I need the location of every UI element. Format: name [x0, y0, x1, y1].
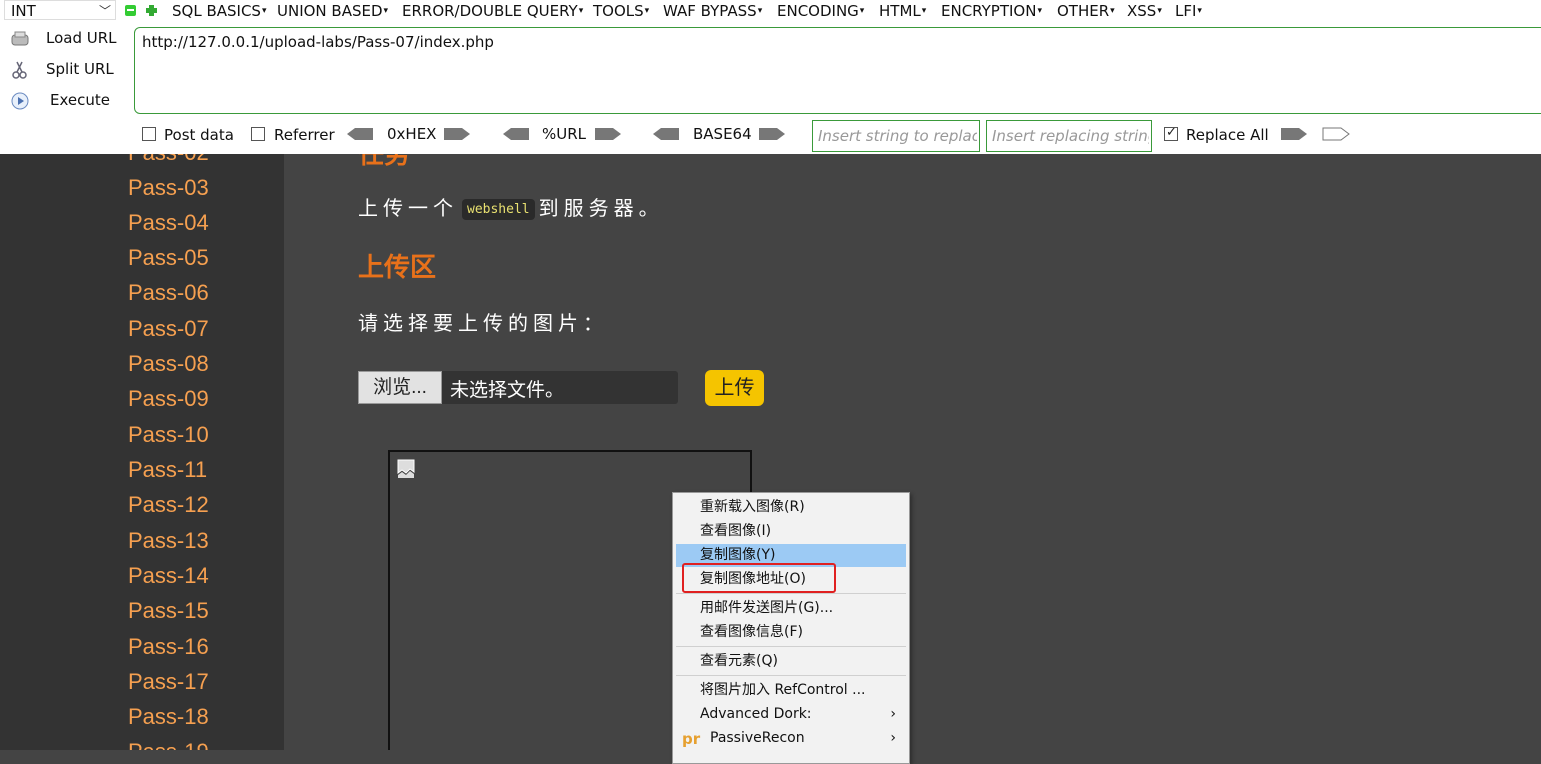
menu-separator	[676, 646, 906, 647]
menu-email-image[interactable]: 用邮件发送图片(G)...	[676, 597, 906, 620]
pass-link[interactable]: Pass-09	[128, 386, 209, 412]
base64-encode-arrow-icon[interactable]	[758, 127, 786, 141]
url-value: http://127.0.0.1/upload-labs/Pass-07/ind…	[142, 33, 494, 51]
menu-reload-image[interactable]: 重新载入图像(R)	[676, 496, 906, 519]
replace-arrow-icon[interactable]	[1280, 127, 1308, 141]
pass-link[interactable]: Pass-05	[128, 245, 209, 271]
menu-other[interactable]: OTHER▾	[1057, 2, 1115, 20]
hackbar-menu-row: INT ﹀ SQL BASICS▾ UNION BASED▾ ERROR/DOU…	[0, 0, 1541, 22]
pass-sidebar: Pass-02 Pass-03 Pass-04 Pass-05 Pass-06 …	[0, 154, 284, 750]
injection-type-value: INT	[11, 2, 36, 20]
url-decode-arrow-icon[interactable]	[502, 127, 530, 141]
menu-xss[interactable]: XSS▾	[1127, 2, 1162, 20]
pass-link[interactable]: Pass-03	[128, 175, 209, 201]
chevron-down-icon: ﹀	[98, 4, 111, 18]
upload-button[interactable]: 上传	[705, 370, 764, 406]
menu-separator	[676, 593, 906, 594]
browse-button[interactable]: 浏览...	[358, 371, 442, 404]
replace-all-label: Replace All	[1186, 126, 1269, 144]
scissors-icon	[12, 61, 27, 79]
choose-image-prompt: 请选择要上传的图片：	[358, 313, 608, 335]
menu-view-image[interactable]: 查看图像(I)	[676, 520, 906, 543]
menu-lfi[interactable]: LFI▾	[1175, 2, 1202, 20]
menu-encryption[interactable]: ENCRYPTION▾	[941, 2, 1042, 20]
referrer-checkbox[interactable]	[251, 127, 265, 141]
post-data-checkbox[interactable]	[142, 127, 156, 141]
chevron-right-icon: ›	[890, 706, 896, 722]
pass-link[interactable]: Pass-15	[128, 598, 209, 624]
menu-inspect-element[interactable]: 查看元素(Q)	[676, 650, 906, 673]
hackbar-options-row: Post data Referrer 0xHEX %URL BASE64 Ins…	[0, 120, 1541, 152]
menu-waf-bypass[interactable]: WAF BYPASS▾	[663, 2, 762, 20]
replace-next-arrow-icon[interactable]	[1322, 127, 1350, 141]
pass-link[interactable]: Pass-06	[128, 280, 209, 306]
task-heading: 任务	[358, 154, 411, 169]
pass-link[interactable]: Pass-16	[128, 634, 209, 660]
webshell-code: webshell	[462, 199, 535, 220]
pass-link[interactable]: Pass-04	[128, 210, 209, 236]
menu-add-refcontrol[interactable]: 将图片加入 RefControl ...	[676, 679, 906, 702]
menu-sql-basics[interactable]: SQL BASICS▾	[172, 2, 266, 20]
pass-link[interactable]: Pass-17	[128, 669, 209, 695]
referrer-label: Referrer	[274, 126, 335, 144]
injection-type-select[interactable]: INT ﹀	[4, 0, 116, 20]
decrease-icon[interactable]	[125, 5, 136, 16]
menu-advanced-dork[interactable]: Advanced Dork: ›	[676, 703, 906, 726]
task-description: 上传一个 webshell 到服务器。	[358, 198, 664, 220]
pass-link[interactable]: Pass-13	[128, 528, 209, 554]
pass-link[interactable]: Pass-14	[128, 563, 209, 589]
hex-label: 0xHEX	[387, 125, 437, 143]
hackbar-toolbar: INT ﹀ SQL BASICS▾ UNION BASED▾ ERROR/DOU…	[0, 0, 1541, 155]
load-url-button[interactable]: Load URL	[8, 26, 126, 52]
replacing-string-input[interactable]: Insert replacing string	[986, 120, 1152, 152]
pass-link[interactable]: Pass-11	[128, 457, 207, 483]
menu-html[interactable]: HTML▾	[879, 2, 926, 20]
execute-button[interactable]: Execute	[8, 88, 126, 114]
menu-view-image-info[interactable]: 查看图像信息(F)	[676, 621, 906, 644]
menu-tools[interactable]: TOOLS▾	[593, 2, 649, 20]
main-content: 任务 上传一个 webshell 到服务器。 上传区 请选择要上传的图片： 浏览..…	[284, 154, 1541, 750]
url-encode-arrow-icon[interactable]	[594, 127, 622, 141]
red-callout-box	[682, 563, 836, 593]
pass-link[interactable]: Pass-07	[128, 316, 209, 342]
load-url-icon	[11, 31, 29, 46]
replace-string-input[interactable]: Insert string to replace	[812, 120, 980, 152]
url-textarea[interactable]: http://127.0.0.1/upload-labs/Pass-07/ind…	[134, 27, 1541, 114]
base64-decode-arrow-icon[interactable]	[652, 127, 680, 141]
file-input[interactable]: 浏览... 未选择文件。	[358, 371, 678, 404]
menu-error-double-query[interactable]: ERROR/DOUBLE QUERY▾	[402, 2, 583, 20]
pass-link[interactable]: Pass-12	[128, 492, 209, 518]
menu-passive-recon[interactable]: pr PassiveRecon ›	[676, 727, 906, 750]
split-url-button[interactable]: Split URL	[8, 57, 126, 83]
menu-encoding[interactable]: ENCODING▾	[777, 2, 864, 20]
replace-all-checkbox[interactable]	[1164, 125, 1178, 141]
menu-separator	[676, 675, 906, 676]
hex-decode-arrow-icon[interactable]	[346, 127, 374, 141]
pass-link[interactable]: Pass-08	[128, 351, 209, 377]
chevron-right-icon: ›	[890, 730, 896, 746]
upload-heading: 上传区	[358, 252, 437, 282]
pass-link[interactable]: Pass-02	[128, 154, 209, 166]
url-encoding-label: %URL	[542, 125, 587, 143]
pass-link[interactable]: Pass-10	[128, 422, 209, 448]
pass-link[interactable]: Pass-19	[128, 739, 209, 750]
play-icon	[11, 92, 29, 110]
increase-icon[interactable]	[146, 5, 157, 16]
pass-link[interactable]: Pass-18	[128, 704, 209, 730]
passive-recon-icon: pr	[682, 730, 701, 748]
hex-encode-arrow-icon[interactable]	[443, 127, 471, 141]
post-data-label: Post data	[164, 126, 234, 144]
broken-image-icon	[397, 459, 415, 478]
file-status: 未选择文件。	[450, 380, 565, 401]
image-context-menu: 重新载入图像(R) 查看图像(I) 复制图像(Y) 复制图像地址(O) 用邮件发…	[672, 492, 910, 764]
base64-label: BASE64	[693, 125, 752, 143]
menu-union-based[interactable]: UNION BASED▾	[277, 2, 388, 20]
